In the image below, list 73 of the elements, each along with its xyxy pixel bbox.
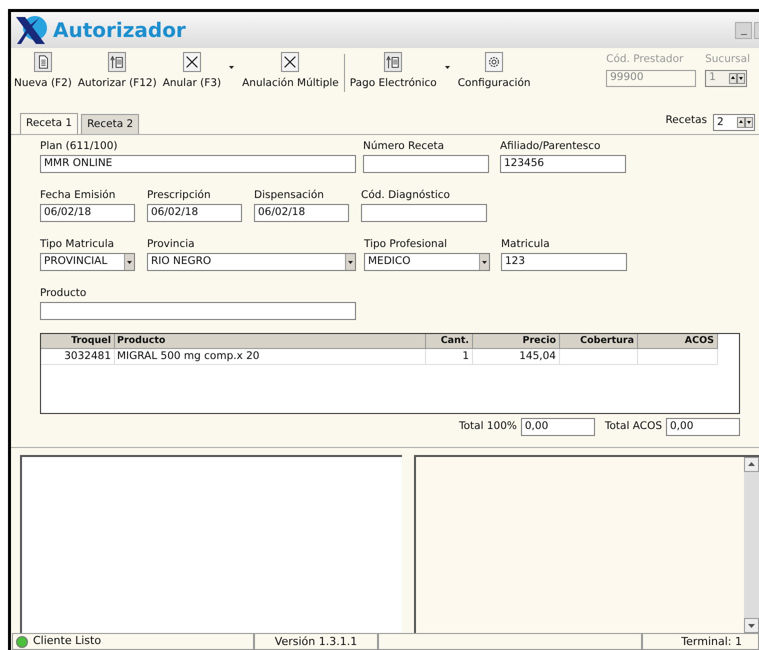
- input-field[interactable]: 06/02/18: [40, 204, 135, 222]
- table-cell: MIGRAL 500 mg comp.x 20: [115, 349, 426, 365]
- version-text: Versión 1.3.1.1: [254, 633, 378, 650]
- scroll-down-icon[interactable]: [744, 618, 759, 633]
- column-header: ACOS: [638, 334, 718, 349]
- column-header: Precio: [473, 334, 560, 349]
- toolbar-button[interactable]: Configuración: [454, 52, 534, 92]
- input-field[interactable]: 123: [501, 253, 627, 271]
- field-label: Provincia: [147, 237, 196, 251]
- caret-icon: [348, 260, 353, 264]
- spin-arrows-icon[interactable]: [729, 72, 746, 84]
- column-header: Cant.: [426, 334, 473, 349]
- input-field[interactable]: 123456: [500, 155, 626, 173]
- logo-icon: [13, 14, 49, 46]
- dropdown-field[interactable]: RIO NEGRO: [147, 253, 356, 271]
- dropdown-button[interactable]: [345, 254, 355, 270]
- table-cell: 3032481: [41, 349, 115, 365]
- spinner-field[interactable]: 2: [713, 114, 755, 131]
- tab[interactable]: Receta 2: [81, 114, 140, 134]
- dropdown-button[interactable]: [479, 254, 489, 270]
- spin-arrows-icon[interactable]: [737, 117, 753, 128]
- tab[interactable]: Receta 1: [20, 113, 78, 134]
- field-label: Producto: [40, 286, 88, 300]
- input-field[interactable]: MMR ONLINE: [40, 155, 356, 173]
- field-label: Matricula: [501, 237, 551, 251]
- scroll-up-icon[interactable]: [744, 457, 759, 472]
- caret-icon: [482, 260, 487, 264]
- input-field[interactable]: [40, 302, 356, 320]
- scrollbar[interactable]: [744, 457, 759, 633]
- toolbar-button[interactable]: Pago Electrónico: [346, 52, 440, 92]
- caret-icon: [127, 260, 132, 264]
- field-label: Plan (611/100): [40, 139, 118, 153]
- dropdown-button[interactable]: [124, 254, 134, 270]
- status-text: Cliente Listo: [33, 633, 102, 650]
- field-label: Prescripción: [147, 188, 212, 202]
- toolbar-button[interactable]: Anulación Múltiple: [239, 52, 342, 92]
- close-x-icon: [281, 52, 300, 72]
- input-field[interactable]: 06/02/18: [254, 204, 349, 222]
- total-label: Total 100%: [458, 419, 517, 434]
- table-cell: 1: [426, 349, 473, 365]
- field-label: Recetas: [665, 113, 707, 128]
- gear-icon: [485, 52, 504, 72]
- field-label: Tipo Matricula: [40, 237, 116, 251]
- field-label: Tipo Profesional: [364, 237, 448, 251]
- table-cell: 145,04: [473, 349, 560, 365]
- total-label: Total ACOS: [604, 419, 662, 434]
- dropdown-field[interactable]: MEDICO: [364, 253, 490, 271]
- minimize-button[interactable]: [735, 22, 752, 38]
- terminal-text: Terminal: 1: [642, 633, 759, 650]
- field-label: Sucursal: [705, 52, 750, 67]
- input-field[interactable]: [363, 155, 489, 173]
- field-label: Número Receta: [363, 139, 446, 153]
- toolbar-button[interactable]: Anular (F3): [160, 52, 224, 92]
- column-header: Cobertura: [560, 334, 638, 349]
- column-header: Producto: [115, 334, 426, 349]
- column-header: Troquel: [41, 334, 115, 349]
- input-field[interactable]: 06/02/18: [147, 204, 242, 222]
- input-field[interactable]: 0,00: [520, 418, 595, 436]
- dropdown-field[interactable]: PROVINCIAL: [40, 253, 135, 271]
- field-label: Afiliado/Parentesco: [500, 139, 602, 153]
- toolbar-button[interactable]: Nueva (F2): [11, 52, 75, 92]
- field-label: Dispensación: [254, 188, 325, 202]
- input-field[interactable]: [361, 204, 487, 222]
- field-label: Cód. Diagnóstico: [361, 188, 451, 202]
- window-title: Autorizador: [53, 17, 186, 44]
- close-x-icon: [182, 52, 201, 72]
- field-label: Cód. Prestador: [606, 52, 684, 67]
- field-label: Fecha Emisión: [40, 188, 116, 202]
- dropdown-caret-icon[interactable]: [444, 66, 450, 69]
- toolbar-button[interactable]: Autorizar (F12): [74, 52, 160, 92]
- input-field[interactable]: 0,00: [666, 418, 740, 436]
- dropdown-caret-icon[interactable]: [229, 66, 234, 69]
- document-icon: [34, 52, 52, 72]
